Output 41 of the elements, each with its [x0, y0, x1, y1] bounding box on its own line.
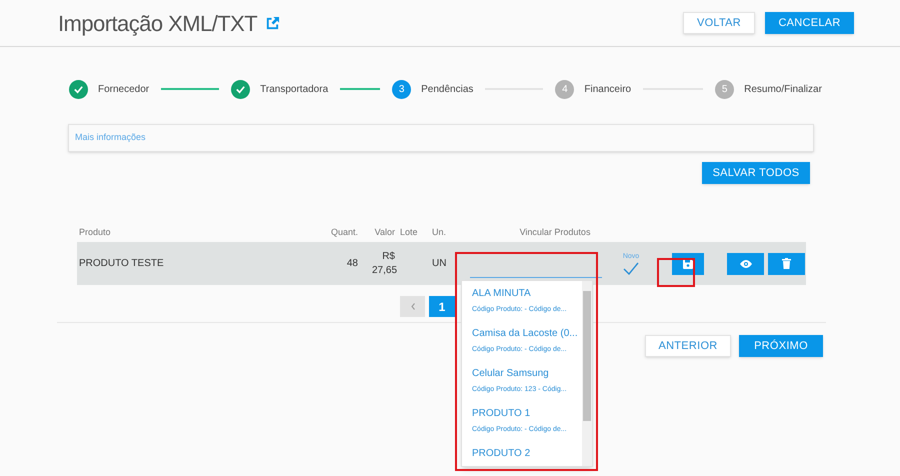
- external-link-icon[interactable]: [265, 16, 280, 30]
- step-number: 4: [555, 80, 574, 98]
- chevron-left-icon: [410, 303, 414, 310]
- step-label: Pendências: [421, 82, 474, 96]
- secondary-button[interactable]: VOLTAR: [683, 12, 755, 34]
- step-number: 5: [715, 80, 734, 98]
- primary-button[interactable]: PRÓXIMO: [739, 335, 823, 357]
- trash-icon: [782, 258, 791, 269]
- value-cell-text: R$ 27,65: [371, 250, 395, 278]
- column-header: Un.: [431, 226, 448, 240]
- option-title[interactable]: PRODUTO 1: [472, 407, 584, 421]
- column-header: Vincular Produtos: [518, 226, 592, 240]
- column-header: Produto: [78, 226, 112, 240]
- product-name: PRODUTO TESTE: [78, 257, 165, 271]
- option-title[interactable]: PRODUTO 2: [472, 447, 584, 461]
- step-label: Financeiro: [584, 82, 632, 96]
- check-icon: [623, 262, 639, 276]
- eye-icon: [740, 260, 752, 268]
- delete-button[interactable]: [768, 252, 805, 274]
- view-button[interactable]: [727, 252, 764, 274]
- more-info-link[interactable]: Mais informações: [75, 131, 146, 145]
- page-title: Importação XML/TXT: [58, 10, 258, 38]
- scrollbar[interactable]: [582, 281, 592, 466]
- step-number: 3: [392, 80, 412, 98]
- step-label: Transportadora: [260, 82, 328, 96]
- step-label: Fornecedor: [98, 82, 150, 96]
- secondary-button[interactable]: ANTERIOR: [645, 335, 731, 357]
- option-title[interactable]: Celular Samsung: [472, 367, 584, 381]
- scrollbar-thumb[interactable]: [583, 291, 591, 421]
- option-title[interactable]: ALA MINUTA: [472, 287, 584, 301]
- unit-cell-text: UN: [431, 257, 448, 271]
- column-header: Quant.: [330, 226, 358, 240]
- quantity-cell-text: 48: [346, 257, 358, 271]
- primary-button[interactable]: CANCELAR: [765, 12, 854, 34]
- column-header: Valor: [374, 226, 395, 240]
- step-label: Resumo/Finalizar: [744, 82, 822, 96]
- option-title[interactable]: Camisa da Lacoste (0...: [472, 327, 584, 341]
- column-header: Lote: [399, 226, 419, 240]
- highlight-frame: [657, 258, 695, 287]
- page-button[interactable]: 1: [429, 296, 455, 317]
- primary-button[interactable]: SALVAR TODOS: [702, 162, 810, 184]
